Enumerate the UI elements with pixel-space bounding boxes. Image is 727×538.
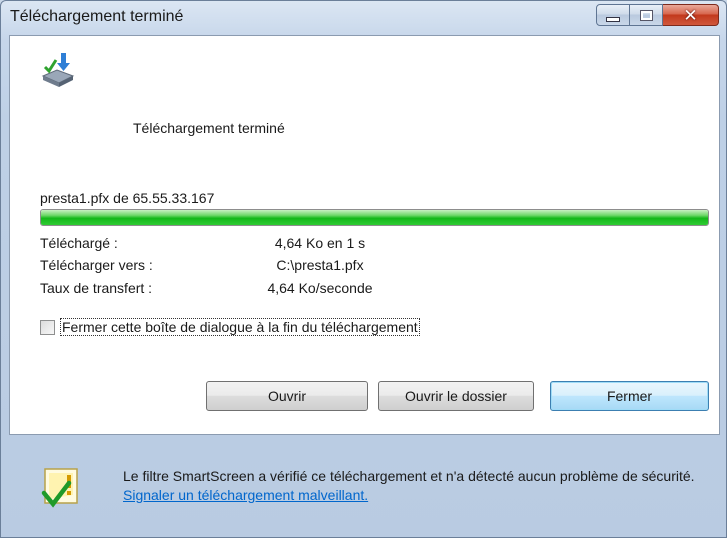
maximize-icon — [639, 9, 653, 21]
smartscreen-text: Le filtre SmartScreen a vérifié ce téléc… — [123, 468, 695, 484]
caption-buttons: ✕ — [596, 4, 719, 26]
close-on-finish-checkbox[interactable] — [40, 319, 55, 335]
download-dialog-window: Téléchargement terminé ✕ Téléchargement … — [0, 0, 727, 538]
minimize-icon — [606, 16, 620, 22]
close-on-finish-label[interactable]: Fermer cette boîte de dialogue à la fin … — [60, 318, 420, 336]
minimize-button[interactable] — [596, 4, 630, 26]
report-malicious-link[interactable]: Signaler un téléchargement malveillant. — [123, 487, 368, 503]
window-title: Téléchargement terminé — [10, 8, 184, 25]
download-source: presta1.pfx de 65.55.33.167 — [40, 190, 215, 206]
destination-value: C:\presta1.pfx — [276, 257, 364, 273]
download-complete-icon — [41, 53, 75, 87]
close-icon: ✕ — [683, 5, 698, 25]
open-folder-button[interactable]: Ouvrir le dossier — [378, 381, 534, 411]
close-button[interactable]: Fermer — [550, 381, 709, 411]
dialog-content: Téléchargement terminé presta1.pfx de 65… — [9, 35, 720, 435]
open-button[interactable]: Ouvrir — [206, 381, 368, 411]
download-progress-bar — [40, 209, 709, 226]
maximize-button[interactable] — [630, 4, 663, 26]
close-on-finish-option[interactable]: Fermer cette boîte de dialogue à la fin … — [40, 318, 420, 336]
smartscreen-message: Le filtre SmartScreen a vérifié ce téléc… — [123, 467, 703, 505]
progress-fill — [41, 210, 708, 225]
smartscreen-check-icon — [41, 468, 78, 508]
smartscreen-footer: Le filtre SmartScreen a vérifié ce téléc… — [9, 435, 720, 531]
downloaded-value: 4,64 Ko en 1 s — [274, 235, 366, 251]
header-title: Téléchargement terminé — [133, 120, 285, 136]
transfer-rate-value: 4,64 Ko/seconde — [267, 280, 373, 296]
title-bar[interactable]: Téléchargement terminé ✕ — [1, 1, 726, 35]
close-window-button[interactable]: ✕ — [663, 4, 719, 26]
